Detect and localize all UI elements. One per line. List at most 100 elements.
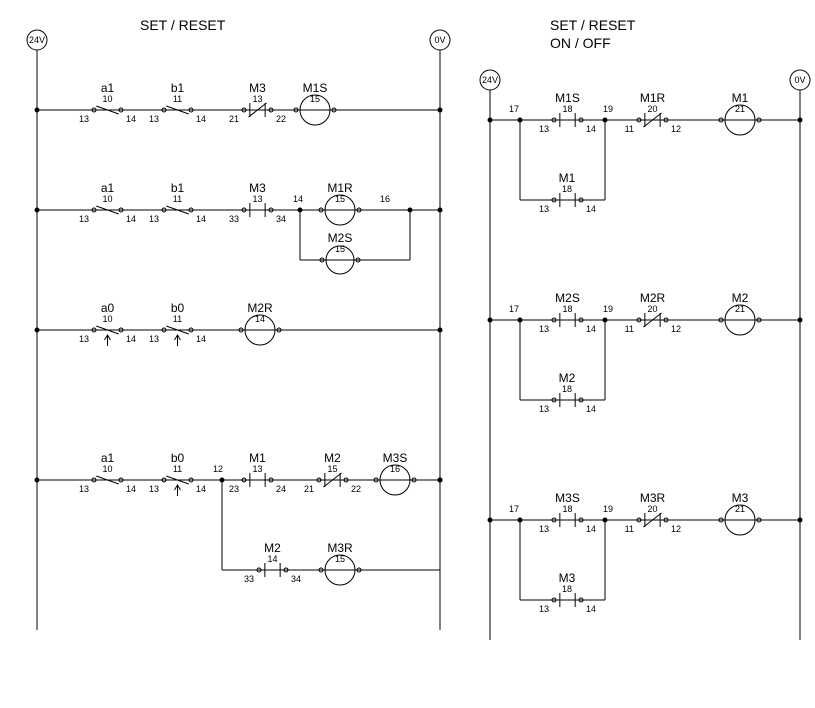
svg-text:M1: M1 [732, 91, 749, 105]
svg-text:M2S: M2S [328, 231, 353, 245]
svg-text:M1S: M1S [303, 81, 328, 95]
svg-text:14: 14 [267, 554, 277, 564]
svg-text:M2S: M2S [555, 291, 580, 305]
svg-text:13: 13 [79, 114, 89, 124]
ladder-diagram: SET / RESETSET / RESETON / OFF24V0Va1101… [0, 0, 815, 708]
svg-text:M3S: M3S [383, 451, 408, 465]
svg-text:17: 17 [509, 304, 519, 314]
svg-text:13: 13 [539, 604, 549, 614]
svg-text:13: 13 [149, 214, 159, 224]
svg-text:20: 20 [647, 304, 657, 314]
svg-text:13: 13 [539, 324, 549, 334]
svg-text:14: 14 [293, 194, 303, 204]
svg-text:13: 13 [149, 114, 159, 124]
svg-text:13: 13 [539, 204, 549, 214]
svg-text:11: 11 [625, 124, 634, 134]
svg-text:21: 21 [735, 104, 745, 114]
svg-text:M2: M2 [559, 371, 576, 385]
svg-text:11: 11 [625, 324, 634, 334]
svg-text:M3R: M3R [640, 491, 666, 505]
svg-text:22: 22 [351, 484, 361, 494]
svg-text:SET / RESET: SET / RESET [140, 17, 226, 33]
svg-text:a1: a1 [101, 181, 115, 195]
svg-text:14: 14 [586, 604, 596, 614]
svg-text:13: 13 [149, 484, 159, 494]
svg-text:17: 17 [509, 504, 519, 514]
svg-text:M1: M1 [249, 451, 266, 465]
svg-text:20: 20 [647, 504, 657, 514]
svg-text:20: 20 [647, 104, 657, 114]
svg-text:ON / OFF: ON / OFF [550, 35, 611, 51]
svg-text:13: 13 [79, 484, 89, 494]
svg-text:14: 14 [586, 124, 596, 134]
svg-text:14: 14 [196, 114, 206, 124]
svg-text:14: 14 [126, 334, 136, 344]
svg-text:b1: b1 [171, 81, 185, 95]
svg-text:M2: M2 [732, 291, 749, 305]
svg-text:14: 14 [586, 404, 596, 414]
svg-text:14: 14 [126, 484, 136, 494]
svg-text:14: 14 [196, 214, 206, 224]
svg-text:10: 10 [102, 194, 112, 204]
svg-text:M3R: M3R [327, 541, 353, 555]
svg-text:24: 24 [276, 484, 286, 494]
svg-text:14: 14 [126, 114, 136, 124]
svg-text:14: 14 [586, 324, 596, 334]
svg-text:M3: M3 [732, 491, 749, 505]
svg-text:16: 16 [390, 464, 400, 474]
svg-text:19: 19 [603, 504, 613, 514]
svg-text:33: 33 [244, 574, 254, 584]
svg-text:M1R: M1R [327, 181, 353, 195]
svg-text:a1: a1 [101, 81, 115, 95]
svg-text:13: 13 [252, 194, 262, 204]
svg-text:18: 18 [562, 184, 572, 194]
svg-text:12: 12 [213, 464, 223, 474]
svg-text:M3S: M3S [555, 491, 580, 505]
svg-text:b0: b0 [171, 451, 185, 465]
svg-text:M1R: M1R [640, 91, 666, 105]
svg-text:19: 19 [603, 104, 613, 114]
svg-text:0V: 0V [794, 75, 805, 85]
svg-text:M2R: M2R [247, 301, 273, 315]
svg-text:21: 21 [735, 504, 745, 514]
svg-text:12: 12 [671, 524, 681, 534]
svg-text:12: 12 [671, 124, 681, 134]
svg-text:13: 13 [149, 334, 159, 344]
svg-text:11: 11 [173, 464, 182, 474]
svg-text:12: 12 [671, 324, 681, 334]
svg-text:18: 18 [562, 584, 572, 594]
svg-text:14: 14 [586, 204, 596, 214]
svg-text:10: 10 [102, 464, 112, 474]
svg-text:13: 13 [79, 214, 89, 224]
svg-text:14: 14 [586, 524, 596, 534]
svg-text:22: 22 [276, 114, 286, 124]
svg-text:15: 15 [335, 244, 345, 254]
svg-text:17: 17 [509, 104, 519, 114]
svg-text:16: 16 [380, 194, 390, 204]
svg-text:11: 11 [625, 524, 634, 534]
svg-text:a0: a0 [101, 301, 115, 315]
svg-text:13: 13 [539, 124, 549, 134]
svg-text:15: 15 [335, 194, 345, 204]
svg-text:SET / RESET: SET / RESET [550, 17, 636, 33]
svg-text:33: 33 [229, 214, 239, 224]
svg-text:14: 14 [196, 334, 206, 344]
svg-text:M2: M2 [264, 541, 281, 555]
svg-text:18: 18 [562, 384, 572, 394]
svg-text:15: 15 [310, 94, 320, 104]
svg-text:b0: b0 [171, 301, 185, 315]
svg-text:13: 13 [539, 404, 549, 414]
svg-text:M1S: M1S [555, 91, 580, 105]
svg-text:14: 14 [126, 214, 136, 224]
svg-text:18: 18 [562, 104, 572, 114]
svg-text:M3: M3 [249, 81, 266, 95]
svg-text:13: 13 [79, 334, 89, 344]
svg-text:19: 19 [603, 304, 613, 314]
svg-text:34: 34 [276, 214, 286, 224]
svg-text:15: 15 [327, 464, 337, 474]
svg-text:24V: 24V [29, 35, 45, 45]
svg-text:M1: M1 [559, 171, 576, 185]
svg-text:11: 11 [173, 314, 182, 324]
svg-text:10: 10 [102, 94, 112, 104]
svg-text:18: 18 [562, 504, 572, 514]
